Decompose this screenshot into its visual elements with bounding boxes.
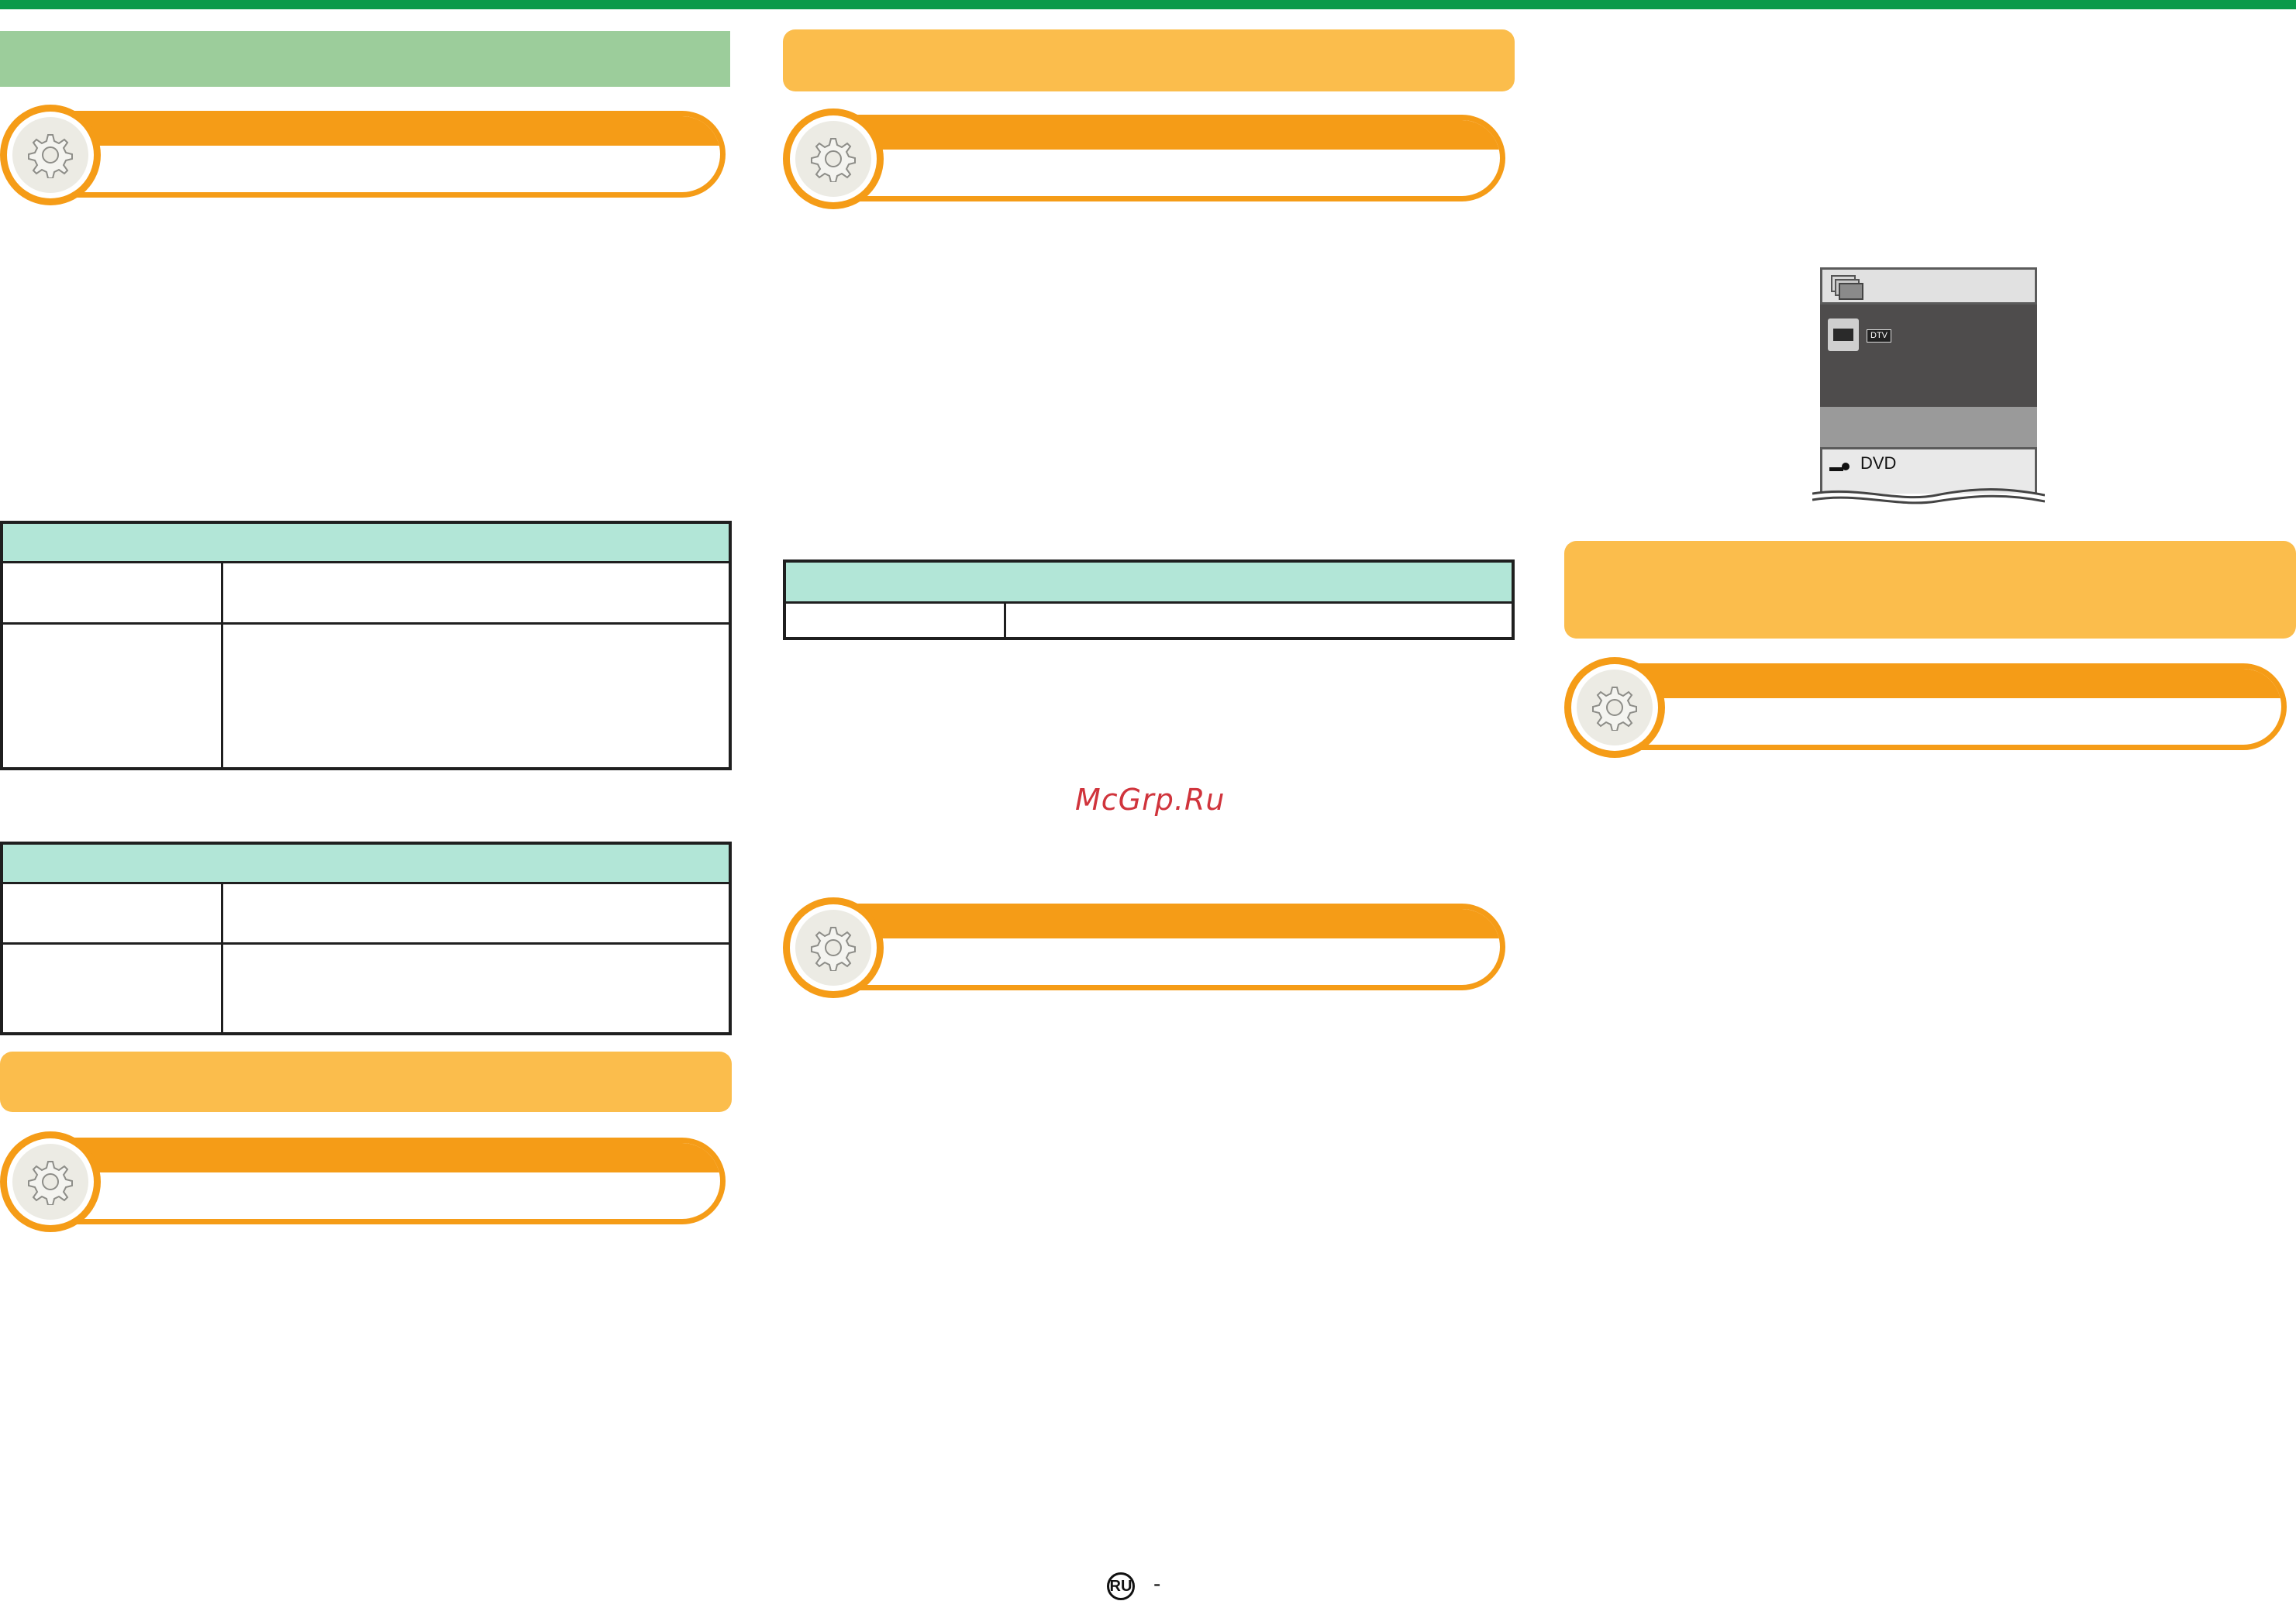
section-header-green [0,31,730,87]
menu-stack-icon [1831,275,1863,300]
table-row-divider [3,942,729,945]
osd-menu-screenshot: DTV DVD [1812,267,2045,504]
language-badge: RU [1107,1572,1135,1600]
menu-separator-band [1820,407,2037,447]
gear-icon [811,138,856,182]
section-header-amber-tall [1564,541,2296,639]
menu-title-bar [1820,267,2037,305]
plug-icon [1829,463,1850,471]
gear-icon [28,134,73,178]
table-column-divider [1004,601,1006,637]
table-header-row [3,845,729,884]
settings-table-3 [783,559,1515,640]
table-header-row [786,563,1512,604]
page-number-separator: - [1153,1572,1161,1596]
table-column-divider [221,561,223,767]
table-header-row [3,524,729,563]
setting-header-2 [0,1131,726,1232]
section-header-amber [0,1052,732,1112]
input-tag: DTV [1867,329,1891,343]
section-header-amber [783,29,1515,91]
settings-table-1 [0,521,732,770]
gear-icon [811,927,856,971]
table-row-divider [3,622,729,625]
gear-icon [1592,687,1637,731]
gear-icon [28,1161,73,1205]
setting-header-4 [783,897,1505,998]
input-tab-icon[interactable] [1828,318,1859,351]
table-column-divider [221,882,223,1032]
menu-item-label: DVD [1860,453,1897,473]
setting-header-1 [0,105,726,205]
watermark: McGrp.Ru [1075,783,1226,817]
top-accent-bar [0,0,2296,9]
setting-header-3 [783,108,1505,209]
torn-edge [1812,488,2045,504]
setting-header-5 [1564,657,2287,758]
settings-table-2 [0,842,732,1035]
